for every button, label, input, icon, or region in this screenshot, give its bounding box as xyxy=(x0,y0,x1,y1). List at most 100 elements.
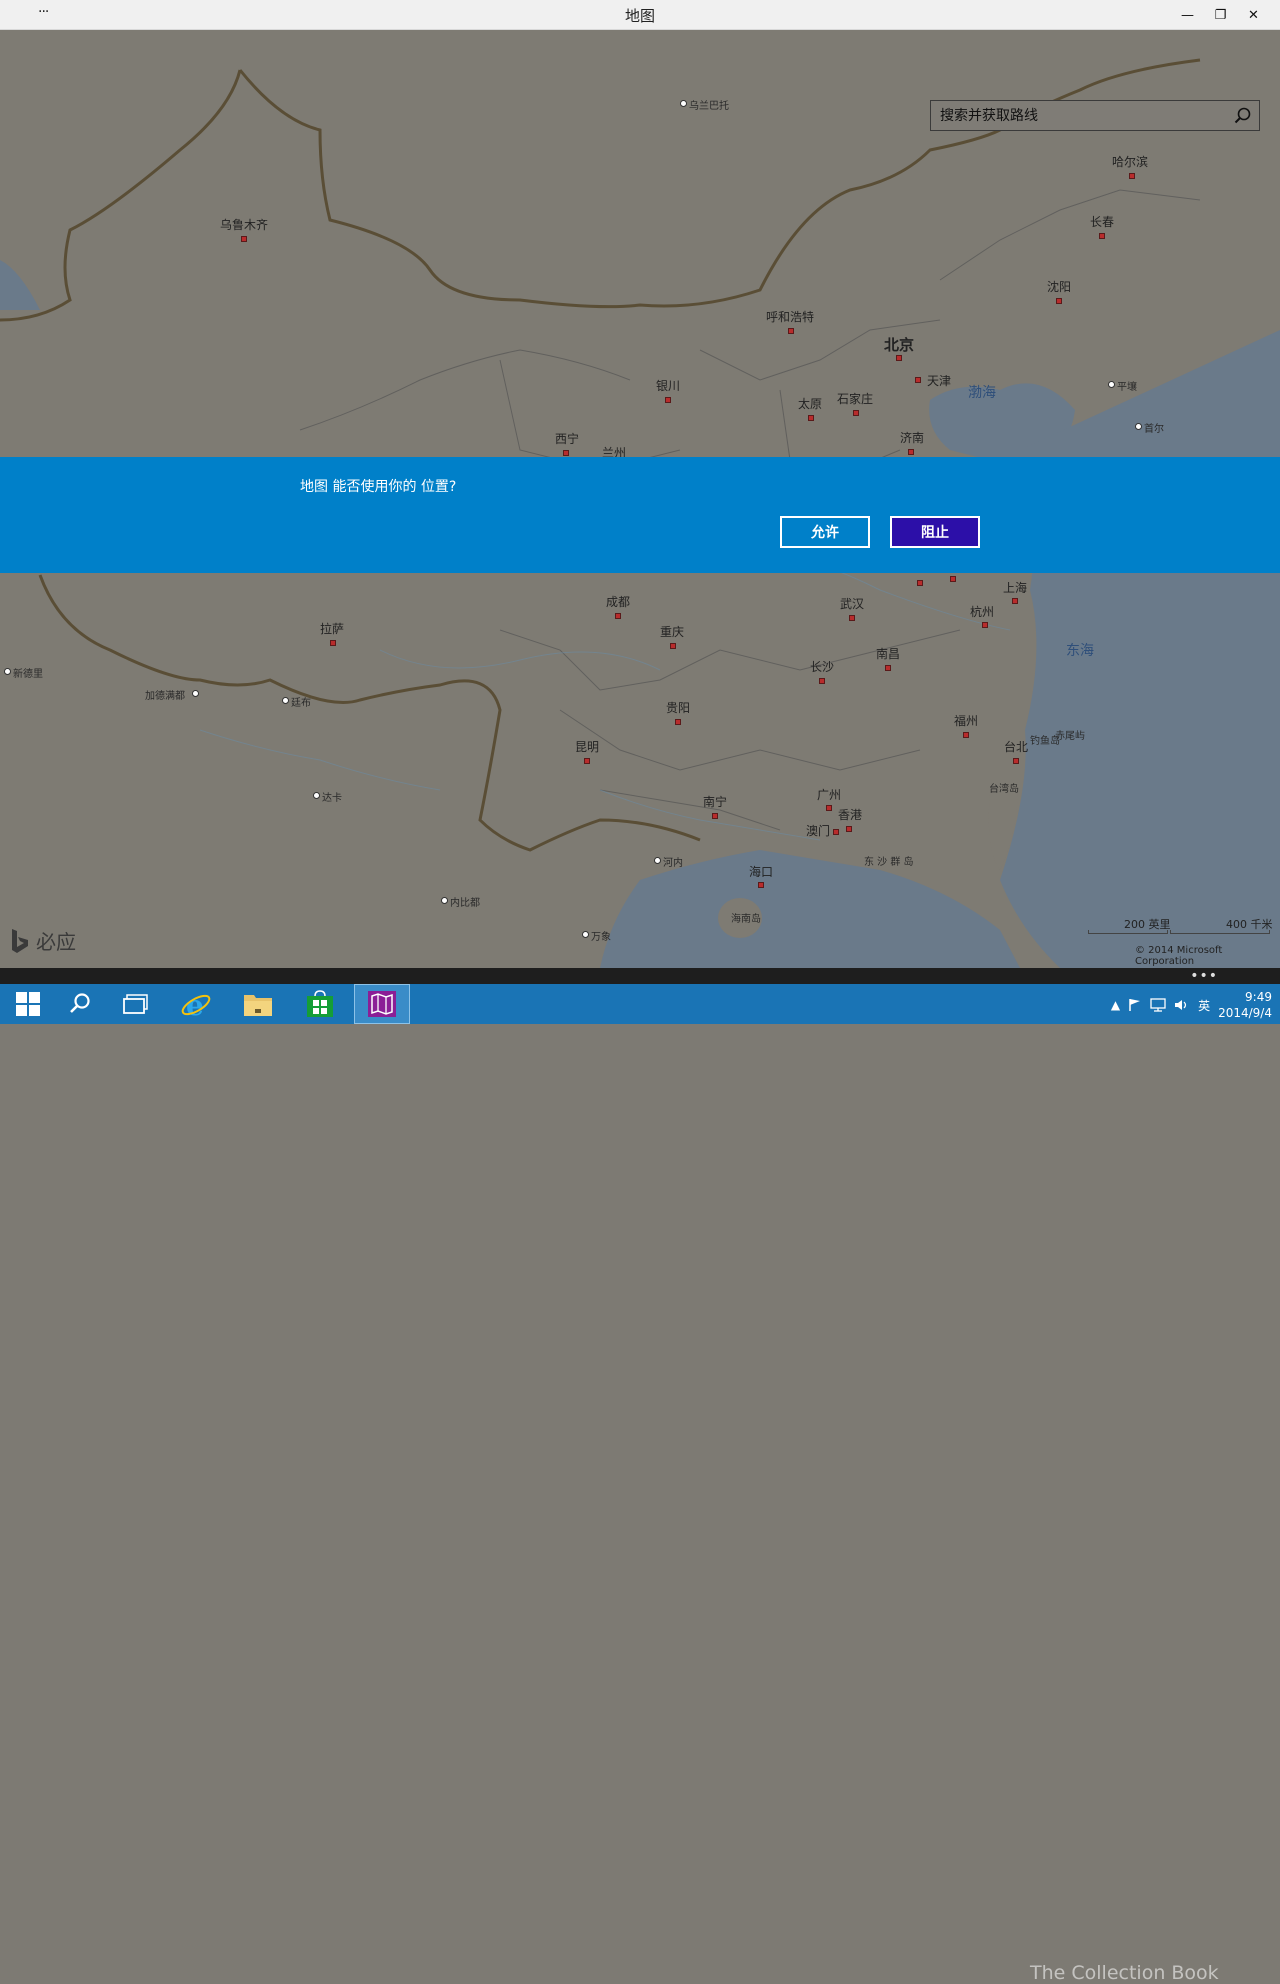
allow-button[interactable]: 允许 xyxy=(780,516,870,548)
city-label: 长沙 xyxy=(810,660,835,674)
city-label: 乌鲁木齐 xyxy=(220,218,269,232)
city-label: 南昌 xyxy=(876,647,901,661)
city-marker xyxy=(915,377,921,383)
internet-explorer-button[interactable]: e xyxy=(168,984,224,1024)
city-label: 沈阳 xyxy=(1047,280,1072,294)
city-label: 杭州 xyxy=(970,605,995,619)
window-controls: — ❐ ✕ xyxy=(1171,2,1270,28)
city-label: 贵阳 xyxy=(666,701,691,715)
city-label: 内比都 xyxy=(450,898,480,909)
permission-message: 地图 能否使用你的 位置? xyxy=(300,479,457,495)
scale-bar-miles xyxy=(1088,930,1168,934)
city-label: 香港 xyxy=(838,808,863,822)
city-marker xyxy=(950,576,956,582)
network-icon[interactable] xyxy=(1150,998,1166,1012)
city-label-capital: 北京 xyxy=(884,336,915,354)
scale-bar-km xyxy=(1170,930,1270,934)
city-label: 武汉 xyxy=(840,597,865,611)
input-method-indicator[interactable]: 英 xyxy=(1198,997,1210,1014)
city-marker xyxy=(282,697,289,704)
city-label: 石家庄 xyxy=(837,392,874,406)
city-marker xyxy=(654,857,661,864)
search-icon[interactable] xyxy=(1233,106,1253,126)
store-button[interactable] xyxy=(292,984,348,1024)
clock[interactable]: 9:49 2014/9/4 xyxy=(1218,989,1272,1021)
city-marker xyxy=(846,826,852,832)
city-marker xyxy=(313,792,320,799)
city-marker xyxy=(192,690,199,697)
close-button[interactable]: ✕ xyxy=(1237,2,1270,28)
app-bar: ••• xyxy=(0,968,1280,984)
bing-icon xyxy=(12,928,28,953)
location-permission-dialog: 地图 能否使用你的 位置? 允许 阻止 xyxy=(0,457,1280,573)
internet-explorer-icon: e xyxy=(181,989,211,1020)
city-marker xyxy=(885,665,891,671)
city-marker xyxy=(241,236,247,242)
city-marker xyxy=(853,410,859,416)
city-label: 济南 xyxy=(900,431,925,445)
city-marker xyxy=(1012,598,1018,604)
volume-icon[interactable] xyxy=(1174,998,1190,1012)
search-taskbar-button[interactable] xyxy=(52,984,108,1024)
city-label: 加德满都 xyxy=(145,691,185,702)
show-hidden-icons-button[interactable]: ▲ xyxy=(1111,998,1120,1012)
city-label: 平壤 xyxy=(1117,382,1137,393)
city-marker xyxy=(675,719,681,725)
city-marker xyxy=(680,100,687,107)
island-label: 赤尾屿 xyxy=(1055,731,1085,742)
city-marker xyxy=(758,882,764,888)
minimize-button[interactable]: — xyxy=(1171,2,1204,28)
city-label: 银川 xyxy=(656,379,681,393)
city-label: 台北 xyxy=(1004,740,1029,754)
island-label: 台湾岛 xyxy=(989,784,1019,795)
city-label: 太原 xyxy=(798,397,823,411)
folder-icon xyxy=(244,995,272,1016)
city-marker xyxy=(670,643,676,649)
city-label: 上海 xyxy=(1003,581,1028,595)
city-marker xyxy=(826,805,832,811)
clock-time: 9:49 xyxy=(1245,990,1272,1004)
restore-button[interactable]: ❐ xyxy=(1204,2,1237,28)
city-label: 新德里 xyxy=(13,669,43,680)
city-label: 万象 xyxy=(591,932,611,943)
city-marker xyxy=(1129,173,1135,179)
city-marker xyxy=(563,450,569,456)
city-marker xyxy=(963,732,969,738)
city-label: 乌兰巴托 xyxy=(689,101,729,112)
system-tray: ▲ 英 9:49 2014/9/4 xyxy=(1111,986,1272,1024)
task-view-button[interactable] xyxy=(108,984,164,1024)
city-label: 成都 xyxy=(606,595,631,609)
action-center-flag-icon[interactable] xyxy=(1128,998,1142,1012)
sea-label: 渤海 xyxy=(968,385,996,401)
city-label: 重庆 xyxy=(660,625,685,639)
island-label: 东 沙 群 岛 xyxy=(864,857,914,868)
city-marker xyxy=(917,580,923,586)
start-button[interactable] xyxy=(0,984,56,1024)
city-label: 南宁 xyxy=(703,795,728,809)
city-label: 拉萨 xyxy=(320,622,345,636)
city-marker xyxy=(441,897,448,904)
city-marker xyxy=(330,640,336,646)
windows-logo-icon xyxy=(16,992,40,1016)
city-marker xyxy=(1013,758,1019,764)
svg-text:e: e xyxy=(186,989,204,1020)
city-label: 呼和浩特 xyxy=(766,310,815,324)
block-button[interactable]: 阻止 xyxy=(890,516,980,548)
file-explorer-button[interactable] xyxy=(230,984,286,1024)
search-input[interactable] xyxy=(931,101,1230,130)
city-marker xyxy=(615,613,621,619)
maps-app-button[interactable] xyxy=(354,984,410,1024)
city-label: 廷布 xyxy=(291,698,311,709)
city-marker xyxy=(808,415,814,421)
city-marker xyxy=(1099,233,1105,239)
search-icon xyxy=(70,993,90,1013)
city-marker xyxy=(849,615,855,621)
title-bar: ··· 地图 — ❐ ✕ xyxy=(0,0,1280,30)
city-label: 福州 xyxy=(954,714,979,728)
city-label: 昆明 xyxy=(575,740,600,754)
more-options-button[interactable]: ••• xyxy=(1190,968,1218,984)
island-label: 海南岛 xyxy=(731,914,761,925)
city-marker xyxy=(582,931,589,938)
watermark: The Collection Book xyxy=(1030,1962,1219,1984)
city-marker xyxy=(712,813,718,819)
